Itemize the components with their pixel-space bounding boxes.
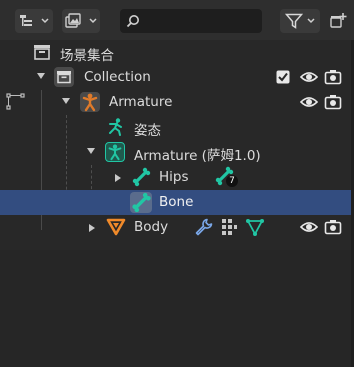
new-collection-button[interactable] (326, 9, 350, 33)
eye-icon[interactable] (300, 219, 318, 235)
mesh-data-icon[interactable] (245, 217, 265, 237)
chevron-down-icon (89, 18, 97, 24)
checkbox-icon[interactable] (276, 70, 290, 84)
display-mode-icon (20, 15, 32, 26)
display-mode-dropdown[interactable] (15, 9, 53, 33)
expand-toggle[interactable] (62, 98, 70, 104)
vertex-groups-icon[interactable] (219, 217, 239, 237)
outliner-filter-icon (65, 13, 81, 28)
tree-label: Bone (159, 194, 194, 210)
expand-toggle[interactable] (89, 224, 95, 232)
expand-toggle[interactable] (37, 73, 45, 79)
scene-collection-icon (34, 45, 50, 60)
expand-toggle[interactable] (87, 148, 95, 154)
chevron-down-icon (41, 18, 49, 24)
camera-icon[interactable] (324, 69, 342, 85)
armature-data-icon (105, 142, 125, 162)
child-bones-indicator[interactable]: 7 (214, 166, 240, 188)
tree-label: 场景集合 (60, 48, 114, 64)
funnel-icon (285, 13, 303, 29)
armature-icon (80, 92, 100, 112)
filter-dropdown[interactable] (280, 9, 320, 33)
outliner-header (0, 0, 354, 40)
tree-label: Body (134, 219, 169, 235)
tree-row-scene-collection[interactable]: 场景集合 (0, 40, 354, 65)
mesh-triangle-icon (106, 218, 126, 236)
outliner-filter-dropdown[interactable] (62, 9, 100, 33)
tree-row-armature-object[interactable]: Armature (0, 90, 354, 115)
new-collection-icon (330, 13, 347, 28)
tree-label: Armature (109, 94, 173, 110)
wrench-icon[interactable] (194, 217, 214, 237)
tree-row-hips[interactable]: Hips 7 (0, 165, 354, 190)
tree-label: Hips (159, 169, 189, 185)
tree-row-bone[interactable]: Bone (0, 190, 354, 215)
camera-icon[interactable] (324, 219, 342, 235)
armature-select-icon[interactable] (6, 93, 26, 111)
tree-row-pose[interactable]: 姿态 (0, 115, 354, 140)
bone-icon (132, 167, 151, 187)
eye-icon[interactable] (300, 69, 318, 85)
chevron-down-icon (307, 18, 315, 24)
tree-row-body[interactable]: Body (0, 215, 354, 240)
camera-icon[interactable] (324, 94, 342, 110)
pose-icon (109, 118, 122, 136)
search-field[interactable] (120, 9, 262, 33)
tree-row-collection[interactable]: Collection (0, 65, 354, 90)
expand-toggle[interactable] (115, 174, 121, 182)
bone-icon (130, 192, 152, 213)
tree-row-armature-data[interactable]: Armature (萨姆1.0) (0, 140, 354, 165)
empty-outliner-area[interactable] (0, 250, 354, 367)
tree-label: Collection (84, 69, 151, 85)
search-icon (126, 15, 139, 28)
tree-label: 姿态 (134, 123, 161, 139)
eye-icon[interactable] (300, 94, 318, 110)
tree-label: Armature (萨姆1.0) (134, 148, 261, 164)
child-count-badge: 7 (226, 175, 238, 187)
collection-icon (54, 67, 74, 87)
search-input[interactable] (144, 14, 254, 28)
